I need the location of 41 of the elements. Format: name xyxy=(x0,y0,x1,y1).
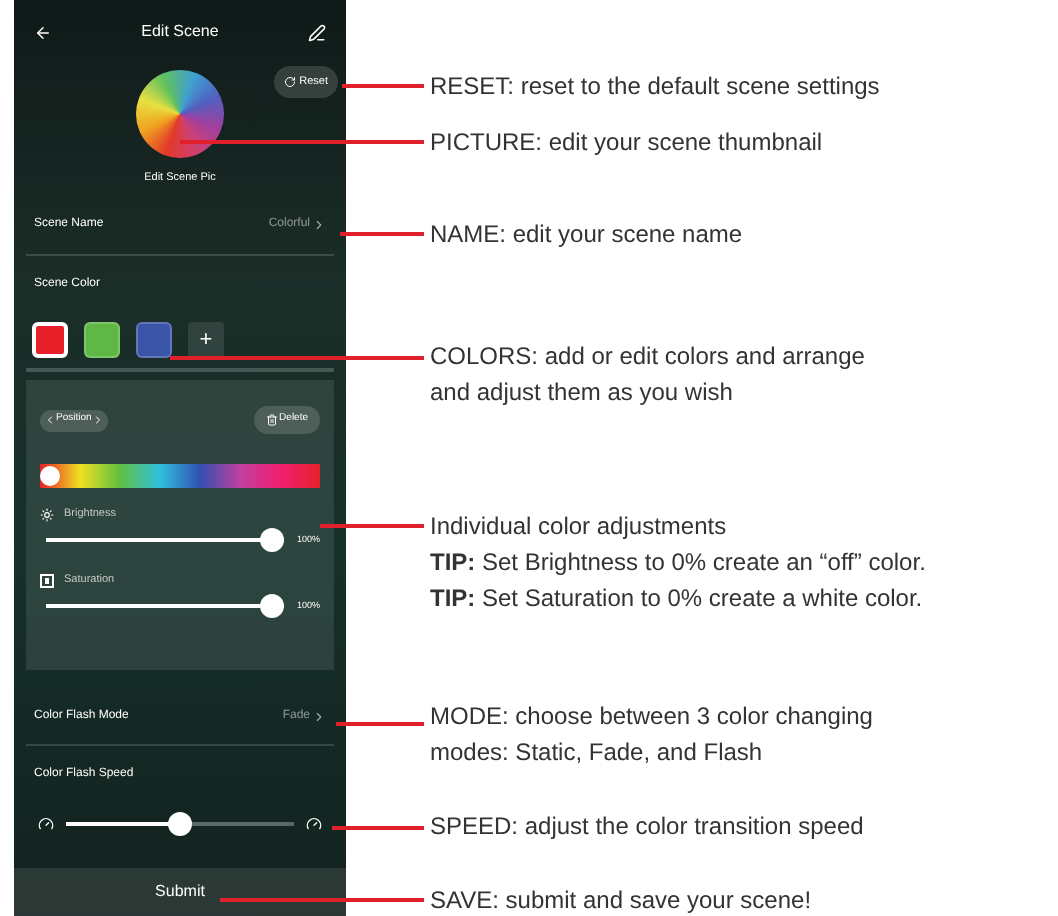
saturation-icon xyxy=(40,573,54,587)
refresh-icon xyxy=(283,76,296,88)
callout-text: PICTURE: edit your scene thumbnail xyxy=(430,126,823,160)
trash-icon xyxy=(265,414,278,426)
callout-text: Individual color adjustments xyxy=(430,510,729,544)
callout-text: NAME: edit your scene name xyxy=(430,218,743,252)
callout-text: RESET: reset to the default scene settings xyxy=(430,70,880,104)
slider-thumb[interactable] xyxy=(260,594,285,618)
callout-text: MODE: choose between 3 color changing xyxy=(430,700,873,734)
hue-bar[interactable] xyxy=(40,464,320,488)
color-swatch[interactable] xyxy=(32,322,68,358)
callout-text: modes: Static, Fade, and Flash xyxy=(430,736,765,770)
leader-line xyxy=(336,722,424,725)
slider-thumb[interactable] xyxy=(168,812,192,836)
submit-button[interactable]: Submit xyxy=(14,868,346,916)
slider-thumb[interactable] xyxy=(260,528,285,552)
fast-speed-icon xyxy=(306,816,322,832)
chevron-icon xyxy=(312,710,326,724)
screen-title: Edit Scene xyxy=(141,20,219,44)
leader-line xyxy=(332,826,424,829)
chevron-left-icon xyxy=(44,414,56,426)
leader-line xyxy=(320,524,424,527)
color-swatch[interactable] xyxy=(136,322,172,358)
slow-speed-icon xyxy=(38,816,54,832)
color-wheel-thumbnail[interactable] xyxy=(136,70,224,158)
hue-thumb[interactable] xyxy=(40,466,60,486)
color-swatch[interactable] xyxy=(84,322,120,358)
add-color-button[interactable]: + xyxy=(188,322,224,358)
callout-text: COLORS: add or edit colors and arrange xyxy=(430,340,865,374)
callout-text: and adjust them as you wish xyxy=(430,376,735,410)
callout-text: TIP: Set Brightness to 0% create an “off” color. xyxy=(430,546,926,580)
edit-icon[interactable] xyxy=(307,23,326,41)
back-icon[interactable] xyxy=(34,23,52,41)
callout-text: SAVE: submit and save your scene! xyxy=(430,884,812,916)
leader-line xyxy=(342,84,424,87)
callout-text: SPEED: adjust the color transition speed xyxy=(430,810,864,844)
chevron-right-icon xyxy=(91,414,104,426)
leader-line xyxy=(340,232,424,235)
callout-text: TIP: Set Saturation to 0% create a white color. xyxy=(430,582,925,616)
chevron-icon xyxy=(312,218,326,232)
brightness-icon xyxy=(40,507,54,521)
